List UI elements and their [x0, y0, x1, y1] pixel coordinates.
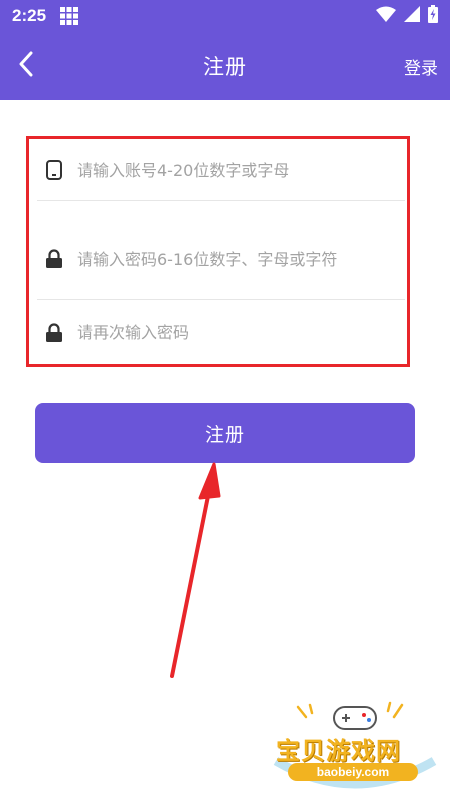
password-field: [37, 218, 405, 300]
field-divider: [37, 200, 405, 201]
status-icons: [376, 5, 438, 27]
back-icon: [18, 51, 34, 81]
wifi-icon: [376, 6, 396, 26]
grid-icon: [60, 7, 79, 25]
field-divider: [37, 299, 405, 300]
register-form: [26, 136, 410, 367]
battery-icon: [428, 5, 438, 27]
gamepad-icon: [333, 706, 377, 730]
account-field: [37, 139, 405, 201]
lock-icon: [43, 322, 65, 344]
watermark-url: baobeiy.com: [288, 763, 418, 781]
page-title: 注册: [203, 55, 247, 79]
register-screen: 2:25 注册 登录 请输入账号4-20位数字或字母 注册 宝贝游戏网 baob…: [0, 0, 450, 800]
status-bar: 2:25: [0, 0, 450, 32]
login-link[interactable]: 登录: [404, 32, 438, 100]
phone-icon: [43, 159, 65, 181]
password-input[interactable]: [77, 249, 377, 269]
confirm-password-input[interactable]: [77, 323, 377, 342]
register-button[interactable]: 注册: [35, 403, 415, 463]
watermark: 宝贝游戏网 baobeiy.com: [270, 695, 440, 795]
lock-icon: [43, 248, 65, 270]
back-button[interactable]: [6, 46, 46, 86]
app-bar: 注册 登录: [0, 32, 450, 100]
watermark-name: 宝贝游戏网: [276, 737, 401, 765]
annotation-arrow: [170, 462, 221, 678]
account-input[interactable]: [77, 160, 377, 180]
confirm-password-field: [37, 301, 405, 364]
signal-icon: [404, 6, 420, 26]
watermark-emblem: [273, 701, 437, 789]
status-time: 2:25: [12, 6, 47, 25]
